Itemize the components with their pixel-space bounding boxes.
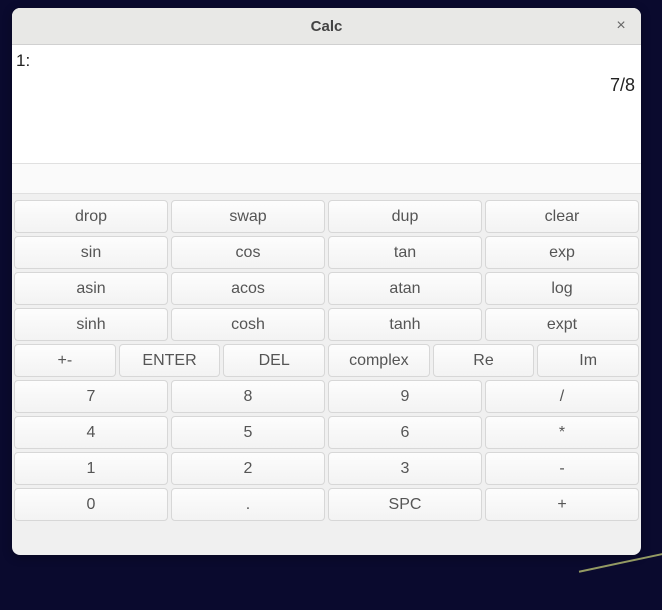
clear-button[interactable]: clear xyxy=(485,200,639,233)
calc-window: Calc × 1: 7/8 drop swap dup clear sin co… xyxy=(12,8,641,555)
titlebar: Calc × xyxy=(12,8,641,45)
log-button[interactable]: log xyxy=(485,272,639,305)
divide-button[interactable]: / xyxy=(485,380,639,413)
row-digits-789: 7 8 9 / xyxy=(14,380,639,413)
digit-3-button[interactable]: 3 xyxy=(328,452,482,485)
drop-button[interactable]: drop xyxy=(14,200,168,233)
close-icon[interactable]: × xyxy=(611,16,631,36)
row-hyperbolic: sinh cosh tanh expt xyxy=(14,308,639,341)
spc-button[interactable]: SPC xyxy=(328,488,482,521)
row-digits-0: 0 . SPC + xyxy=(14,488,639,521)
keypad: drop swap dup clear sin cos tan exp asin… xyxy=(12,200,641,525)
cosh-button[interactable]: cosh xyxy=(171,308,325,341)
decimal-button[interactable]: . xyxy=(171,488,325,521)
acos-button[interactable]: acos xyxy=(171,272,325,305)
negate-button[interactable]: +- xyxy=(14,344,116,377)
enter-button[interactable]: ENTER xyxy=(119,344,221,377)
background-decor xyxy=(579,552,662,610)
digit-7-button[interactable]: 7 xyxy=(14,380,168,413)
complex-button[interactable]: complex xyxy=(328,344,430,377)
stack-top-value: 7/8 xyxy=(610,75,635,96)
dup-button[interactable]: dup xyxy=(328,200,482,233)
digit-1-button[interactable]: 1 xyxy=(14,452,168,485)
stack-index-label: 1: xyxy=(16,51,30,71)
im-button[interactable]: Im xyxy=(537,344,639,377)
stack-display: 1: 7/8 xyxy=(12,45,641,163)
digit-9-button[interactable]: 9 xyxy=(328,380,482,413)
row-digits-123: 1 2 3 - xyxy=(14,452,639,485)
multiply-button[interactable]: * xyxy=(485,416,639,449)
digit-6-button[interactable]: 6 xyxy=(328,416,482,449)
sinh-button[interactable]: sinh xyxy=(14,308,168,341)
expt-button[interactable]: expt xyxy=(485,308,639,341)
plus-button[interactable]: + xyxy=(485,488,639,521)
tanh-button[interactable]: tanh xyxy=(328,308,482,341)
row-stack-ops: drop swap dup clear xyxy=(14,200,639,233)
row-trig: sin cos tan exp xyxy=(14,236,639,269)
digit-0-button[interactable]: 0 xyxy=(14,488,168,521)
asin-button[interactable]: asin xyxy=(14,272,168,305)
digit-8-button[interactable]: 8 xyxy=(171,380,325,413)
row-digits-456: 4 5 6 * xyxy=(14,416,639,449)
exp-button[interactable]: exp xyxy=(485,236,639,269)
cos-button[interactable]: cos xyxy=(171,236,325,269)
re-button[interactable]: Re xyxy=(433,344,535,377)
swap-button[interactable]: swap xyxy=(171,200,325,233)
window-title: Calc xyxy=(311,18,343,35)
tan-button[interactable]: tan xyxy=(328,236,482,269)
minus-button[interactable]: - xyxy=(485,452,639,485)
digit-5-button[interactable]: 5 xyxy=(171,416,325,449)
row-arc-trig: asin acos atan log xyxy=(14,272,639,305)
row-entry-ops: +- ENTER DEL complex Re Im xyxy=(14,344,639,377)
atan-button[interactable]: atan xyxy=(328,272,482,305)
digit-4-button[interactable]: 4 xyxy=(14,416,168,449)
del-button[interactable]: DEL xyxy=(223,344,325,377)
input-field[interactable] xyxy=(12,163,641,194)
sin-button[interactable]: sin xyxy=(14,236,168,269)
digit-2-button[interactable]: 2 xyxy=(171,452,325,485)
